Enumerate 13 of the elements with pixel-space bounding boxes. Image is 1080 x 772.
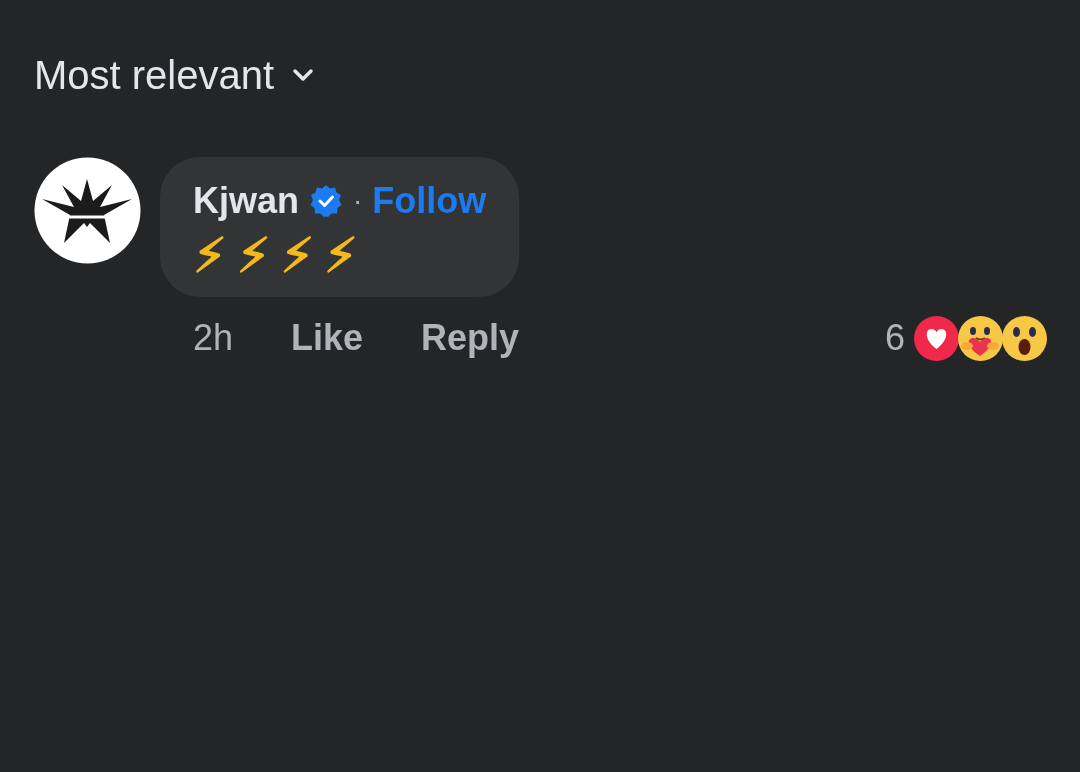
author-name: Kjwan	[193, 179, 299, 223]
comment-text: ⚡⚡⚡⚡	[193, 227, 369, 283]
chevron-down-icon	[292, 68, 315, 82]
avatar-icon[interactable]	[34, 157, 141, 264]
comment-time: 2h	[193, 316, 234, 360]
like-link[interactable]: Like	[291, 316, 364, 360]
reaction-count: 6	[884, 316, 905, 360]
heart-reaction-icon	[914, 315, 959, 361]
separator-dot: ·	[353, 184, 363, 218]
surprised-face-icon	[1002, 315, 1047, 361]
hugging-face-icon	[958, 315, 1003, 361]
sort-dropdown[interactable]: Most relevant	[34, 52, 315, 98]
reply-link[interactable]: Reply	[421, 316, 520, 360]
